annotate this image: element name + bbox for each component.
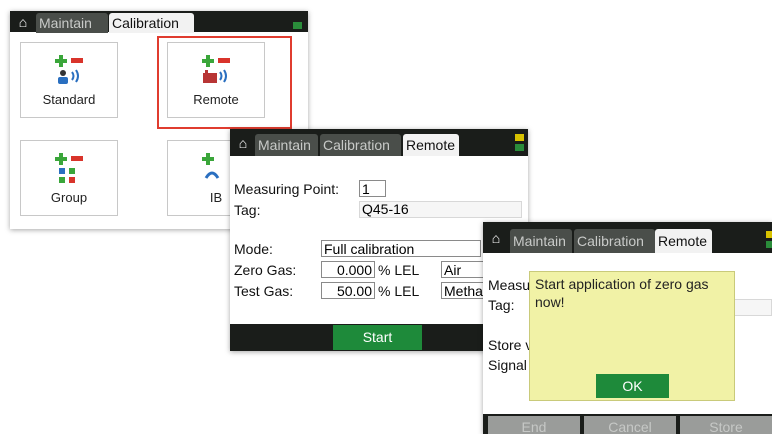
- status-indicator-icon: [766, 241, 772, 248]
- tab-bar: ⌂ Maintain Calibration Remote: [483, 222, 772, 253]
- zero-gas-value-input[interactable]: 0.000: [321, 261, 375, 278]
- tile-label: Standard: [42, 92, 96, 107]
- signal-label: Signal: [488, 357, 527, 373]
- test-gas-type-select[interactable]: Metha: [441, 282, 486, 299]
- tab-maintain[interactable]: Maintain: [510, 229, 572, 253]
- group-calibration-icon: [55, 153, 83, 183]
- test-gas-value-input[interactable]: 50.00: [321, 282, 375, 299]
- tab-calibration[interactable]: Calibration: [574, 229, 655, 253]
- tile-standard[interactable]: Standard: [20, 42, 118, 118]
- button-bar: End Cancel Store: [483, 414, 772, 434]
- tag-label: Tag:: [488, 297, 515, 313]
- home-icon[interactable]: ⌂: [13, 13, 33, 31]
- status-indicator-icon: [293, 22, 302, 29]
- mode-select[interactable]: Full calibration: [321, 240, 481, 257]
- warning-status-icon: [766, 231, 772, 238]
- ok-button[interactable]: OK: [596, 374, 669, 398]
- measuring-point-label: Measuring Point:: [234, 181, 340, 197]
- tile-group[interactable]: Group: [20, 140, 118, 216]
- mode-label: Mode:: [234, 241, 273, 257]
- test-gas-label: Test Gas:: [234, 283, 294, 299]
- tile-label: Group: [50, 190, 88, 205]
- zero-gas-label: Zero Gas:: [234, 262, 297, 278]
- tag-value-field: Q45-16: [359, 201, 522, 218]
- test-gas-unit: % LEL: [378, 283, 420, 299]
- warning-status-icon: [515, 134, 524, 141]
- status-indicator-icon: [515, 144, 524, 151]
- zero-gas-type-select[interactable]: Air: [441, 261, 486, 278]
- tab-remote[interactable]: Remote: [655, 229, 712, 253]
- cancel-button[interactable]: Cancel: [584, 416, 676, 434]
- zero-gas-dialog: Start application of zero gas now! OK: [529, 271, 735, 401]
- tab-remote[interactable]: Remote: [403, 134, 459, 156]
- ib-calibration-icon: [202, 153, 220, 179]
- end-button[interactable]: End: [488, 416, 580, 434]
- selected-tile-highlight: [157, 36, 292, 129]
- measuring-point-input[interactable]: 1: [359, 180, 386, 197]
- home-icon[interactable]: ⌂: [233, 134, 253, 152]
- store-label: Store v: [488, 337, 533, 353]
- tab-maintain[interactable]: Maintain: [36, 13, 108, 33]
- tab-bar: ⌂ Maintain Calibration Remote: [230, 129, 528, 156]
- tab-bar: ⌂ Maintain Calibration: [10, 11, 308, 33]
- home-icon[interactable]: ⌂: [486, 229, 506, 247]
- tag-value: Q45-16: [362, 201, 409, 217]
- tag-label: Tag:: [234, 202, 261, 218]
- tab-maintain[interactable]: Maintain: [255, 134, 318, 156]
- standard-calibration-icon: [55, 55, 83, 84]
- zero-gas-unit: % LEL: [378, 262, 420, 278]
- measuring-point-label: Measu: [488, 277, 531, 293]
- tab-calibration[interactable]: Calibration: [109, 13, 194, 33]
- start-button[interactable]: Start: [333, 325, 422, 350]
- zero-gas-prompt-screen: ⌂ Maintain Calibration Remote Measu Tag:…: [483, 222, 772, 434]
- store-button[interactable]: Store: [680, 416, 772, 434]
- tab-calibration[interactable]: Calibration: [320, 134, 401, 156]
- dialog-message: Start application of zero gas now!: [535, 276, 709, 310]
